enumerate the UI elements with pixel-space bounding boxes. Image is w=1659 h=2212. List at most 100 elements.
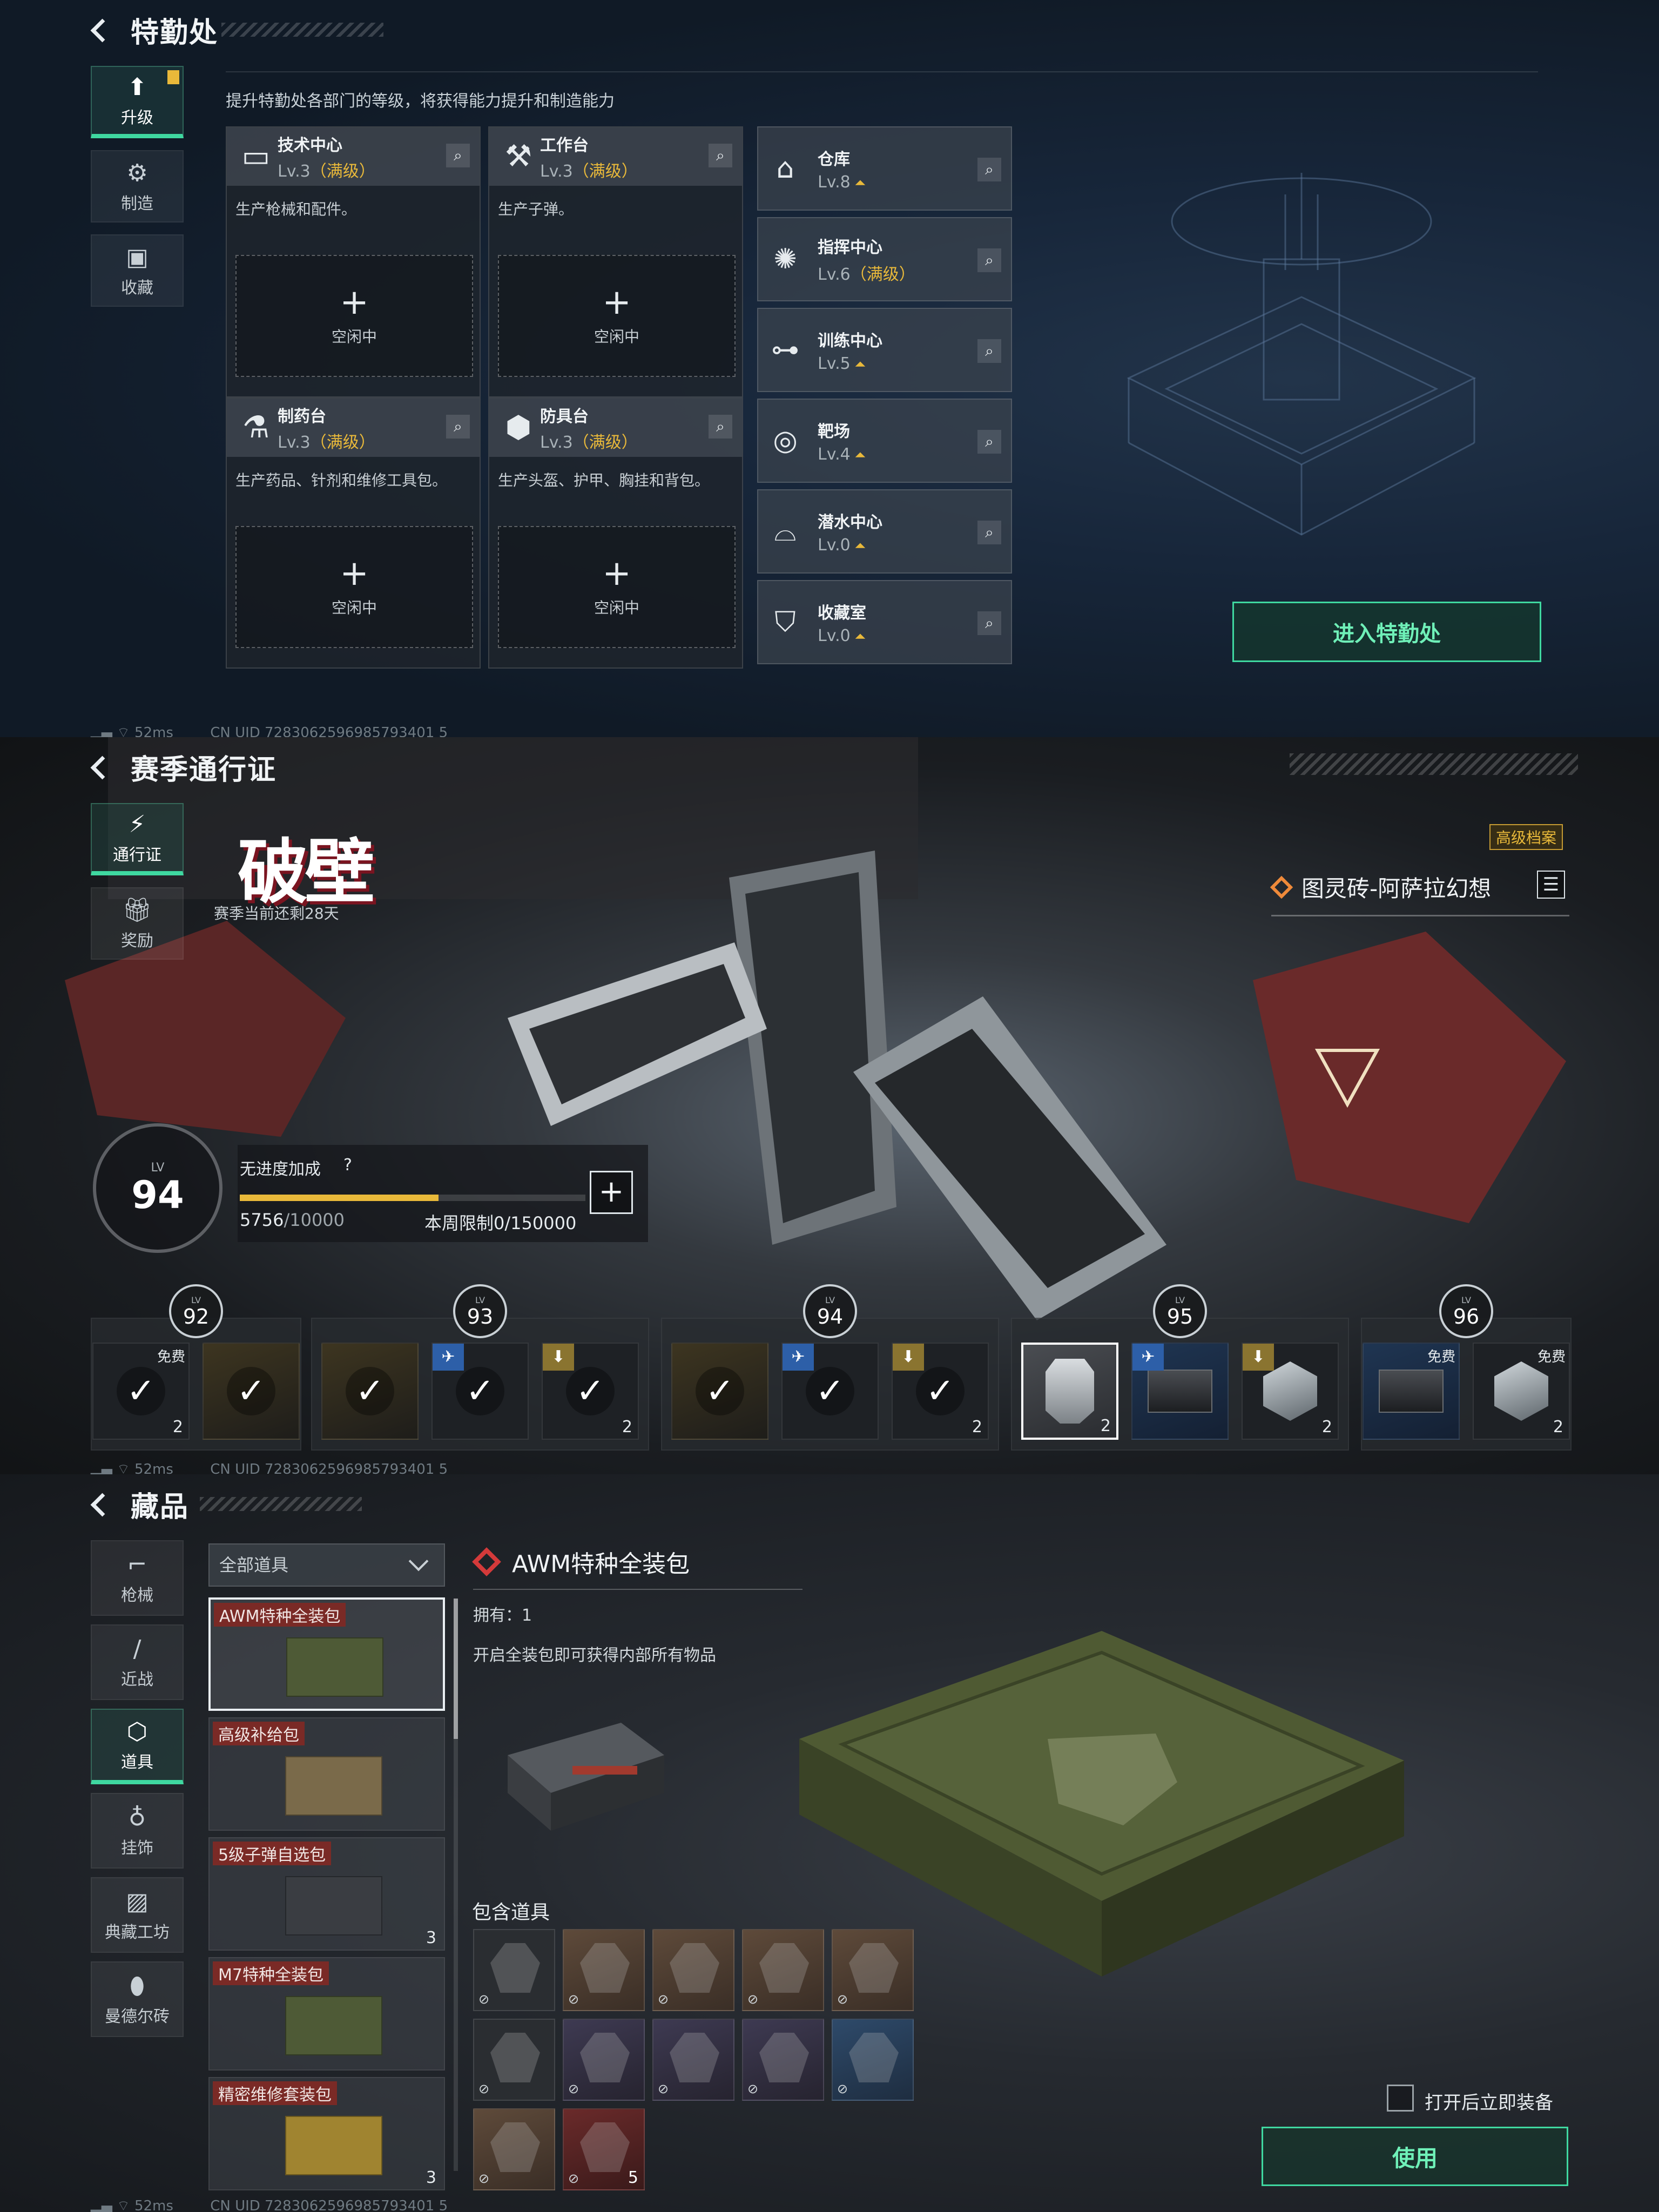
item-filter-dropdown[interactable]: 全部道具 [208,1543,445,1587]
nav-pass[interactable]: ⚡ 通行证 [91,803,184,875]
facility-level: Lv.3 [540,162,573,181]
upgrade-chevron-icon: ⏶ [854,628,866,645]
facility-workbench[interactable]: ⚒ 工作台 Lv.3（满级） ⌕ 生产子弹。 + 空闲中 [488,126,743,397]
reward-slot[interactable]: ✓ [671,1343,768,1440]
production-slot[interactable]: + 空闲中 [498,255,736,377]
header-decoration [200,1497,362,1511]
content-item[interactable]: ⊘ [473,2108,555,2190]
search-icon[interactable]: ⌕ [709,144,732,167]
featured-item-label: 图灵砖-阿萨拉幻想 [1301,875,1492,902]
list-item[interactable]: M7特种全装包 [208,1957,445,2071]
page-title: 特勤处 [131,16,219,49]
search-icon[interactable]: ⌕ [446,144,470,167]
dumbbell-icon: ⊶ [771,334,799,366]
search-icon[interactable]: ⌕ [446,415,470,439]
help-icon[interactable]: ? [335,1156,361,1177]
back-icon[interactable] [86,753,114,781]
reward-slot[interactable]: ✓ 免费 2 [92,1343,190,1440]
upgrade-icon: ⬆ [127,73,147,101]
list-item[interactable]: 精密维修套装包 3 [208,2077,445,2190]
buy-levels-button[interactable]: + [590,1171,633,1214]
production-slot[interactable]: + 空闲中 [498,526,736,648]
item-thumbnail [285,1996,382,2055]
room-collection-room[interactable]: ⛉ 收藏室 Lv.0 ⏶ ⌕ [757,580,1012,664]
content-item[interactable]: ⊘ [742,1929,824,2011]
nav-collection[interactable]: ▣ 收藏 [91,234,184,307]
content-item[interactable]: ⊘ [563,1929,645,2011]
tier-level: 92 [183,1304,210,1328]
room-name: 指挥中心 [818,238,882,257]
reward-slot[interactable]: ✓ ✈ [431,1343,529,1440]
item-name: 高级补给包 [213,1722,305,1745]
list-icon[interactable]: ☰ [1537,871,1565,899]
facility-name: 工作台 [540,136,589,155]
back-icon[interactable] [86,16,114,44]
reward-slot[interactable]: ✓ ✈ [781,1343,879,1440]
content-item[interactable]: ⊘ [652,1929,734,2011]
content-item[interactable]: ⊘ [652,2019,734,2101]
nav-label: 枪械 [121,1586,153,1605]
content-item[interactable]: ⊘ [473,1929,555,2011]
enter-special-ops-button[interactable]: 进入特勤处 [1232,602,1541,662]
facility-desc: 生产枪械和配件。 [235,200,357,218]
room-command-center[interactable]: ✺ 指挥中心 Lv.6（满级） ⌕ [757,217,1012,301]
nav-upgrade[interactable]: ⬆ 升级 [91,66,184,138]
search-icon[interactable]: ⌕ [977,521,1001,544]
reward-slot[interactable]: ✈ [1131,1343,1229,1440]
production-slot[interactable]: + 空闲中 [235,526,473,648]
room-warehouse[interactable]: ⌂ 仓库 Lv.8 ⏶ ⌕ [757,126,1012,211]
auto-equip-checkbox[interactable] [1387,2085,1414,2112]
reward-slot[interactable]: 免费 2 [1473,1343,1570,1440]
reward-slot[interactable]: ✓ ⬇ 2 [892,1343,989,1440]
content-item[interactable]: ⊘ [473,2019,555,2101]
nav-guns[interactable]: ⌐ 枪械 [91,1540,184,1616]
room-training-center[interactable]: ⊶ 训练中心 Lv.5 ⏶ ⌕ [757,308,1012,392]
gift-icon: 🎁︎ [122,896,152,924]
facility-level: Lv.3 [278,162,311,181]
tier-level: 96 [1453,1304,1480,1328]
max-label: （满级） [572,162,638,181]
reward-slot[interactable]: ✓ ⬇ 2 [542,1343,639,1440]
content-item[interactable]: ⊘ [563,2019,645,2101]
production-slot[interactable]: + 空闲中 [235,255,473,377]
reward-slot[interactable]: ✓ [321,1343,419,1440]
content-item[interactable]: ⊘ [832,2019,914,2101]
list-item[interactable]: 高级补给包 [208,1717,445,1831]
nav-label: 升级 [121,109,153,127]
use-button[interactable]: 使用 [1262,2127,1568,2186]
facility-tech-center[interactable]: ▭ 技术中心 Lv.3（满级） ⌕ 生产枪械和配件。 + 空闲中 [226,126,481,397]
nav-items[interactable]: ⬡ 道具 [91,1709,184,1784]
nav-crafting[interactable]: ⚙ 制造 [91,150,184,222]
nav-workshop[interactable]: ▨ 典藏工坊 [91,1877,184,1953]
nav-mandel-brick[interactable]: ⬮ 曼德尔砖 [91,1961,184,2037]
reward-slot[interactable]: 免费 [1363,1343,1460,1440]
tier-level: 93 [467,1304,494,1328]
content-item[interactable]: ⊘ 5 [563,2108,645,2190]
search-icon[interactable]: ⌕ [977,611,1001,635]
search-icon[interactable]: ⌕ [977,430,1001,454]
scrollbar-thumb[interactable] [454,1599,458,1739]
reward-slot[interactable]: ✓ [203,1343,300,1440]
content-item[interactable]: ⊘ [832,1929,914,2011]
reward-slot[interactable]: ⬇ 2 [1242,1343,1339,1440]
reward-count: 2 [972,1418,982,1437]
list-item[interactable]: AWM特种全装包 [208,1597,445,1711]
search-icon[interactable]: ⌕ [977,158,1001,181]
facility-armor-bench[interactable]: ⬢ 防具台 Lv.3（满级） ⌕ 生产头盔、护甲、胸挂和背包。 + 空闲中 [488,397,743,669]
search-icon[interactable]: ⌕ [709,415,732,439]
crate-reward-icon [1379,1370,1444,1413]
nav-charms[interactable]: ♁ 挂饰 [91,1793,184,1869]
facility-pharmacy[interactable]: ⚗ 制药台 Lv.3（满级） ⌕ 生产药品、针剂和维修工具包。 + 空闲中 [226,397,481,669]
content-item[interactable]: ⊘ [742,2019,824,2101]
nav-rewards[interactable]: 🎁︎ 奖励 [91,887,184,960]
room-shooting-range[interactable]: ◎ 靶场 Lv.4 ⏶ ⌕ [757,399,1012,483]
search-icon[interactable]: ⌕ [977,339,1001,363]
advanced-tag-icon: ⬇ [1243,1344,1274,1371]
reward-count: 2 [1553,1418,1563,1437]
list-item[interactable]: 5级子弹自选包 3 [208,1837,445,1951]
room-diving-center[interactable]: ⌓ 潜水中心 Lv.0 ⏶ ⌕ [757,489,1012,574]
reward-slot[interactable]: 2 [1021,1343,1118,1440]
nav-melee[interactable]: / 近战 [91,1624,184,1700]
search-icon[interactable]: ⌕ [977,248,1001,272]
back-icon[interactable] [86,1490,114,1518]
